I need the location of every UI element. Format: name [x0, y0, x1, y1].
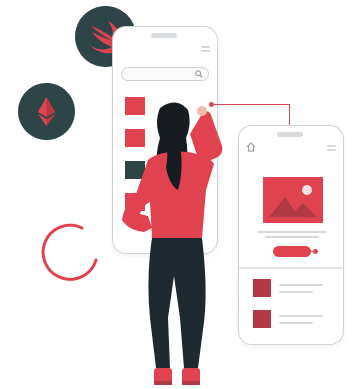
menu-line [327, 149, 336, 151]
text-line [265, 236, 319, 238]
phone-notch [151, 33, 177, 38]
woman-figure [122, 102, 223, 385]
menu-line [201, 50, 210, 52]
search-icon [195, 70, 203, 78]
list-text-line [279, 322, 313, 324]
action-pill [273, 246, 311, 257]
image-icon [269, 185, 317, 217]
image-card [263, 177, 323, 223]
home-icon [246, 142, 256, 152]
woman-hand [197, 106, 207, 116]
divider [239, 267, 343, 269]
menu-line [327, 145, 336, 147]
menu-line [201, 46, 210, 48]
ethereum-icon [38, 97, 55, 126]
woman-pants [148, 238, 206, 368]
front-phone [238, 125, 344, 345]
list-text-line [279, 284, 323, 286]
ethereum-badge [18, 83, 75, 140]
search-bar [121, 67, 209, 81]
list-text-line [279, 291, 313, 293]
list-item-thumbnail [253, 279, 271, 297]
list-item-thumbnail [253, 310, 271, 328]
connector-line [310, 251, 318, 253]
illustration-scene [0, 0, 355, 389]
phone-notch [277, 132, 303, 137]
list-text-line [279, 315, 323, 317]
loading-arc-icon [41, 223, 98, 281]
text-line [257, 231, 327, 233]
